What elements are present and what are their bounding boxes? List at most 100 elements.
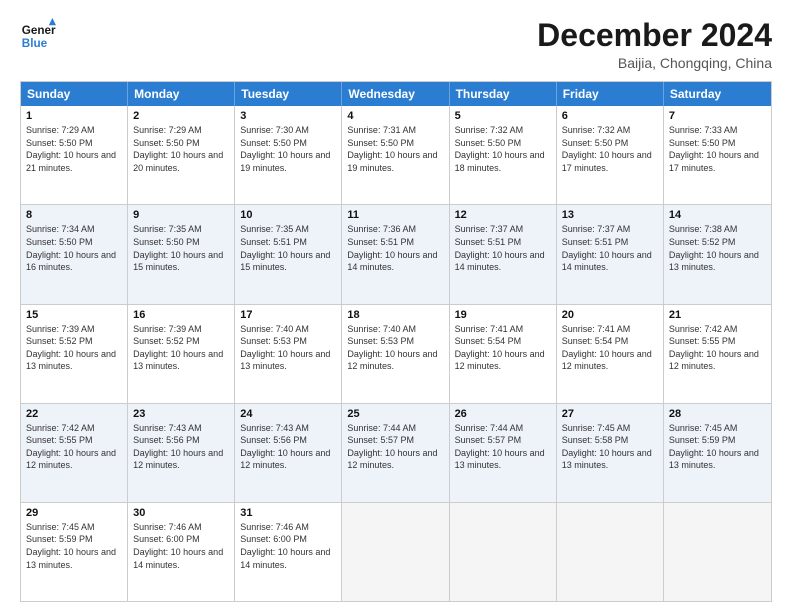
- table-row: 22Sunrise: 7:42 AMSunset: 5:55 PMDayligh…: [21, 404, 128, 502]
- table-row: 28 Sunrise: 7:45 AMSunset: 5:59 PMDayligh…: [664, 404, 771, 502]
- day-number: 14: [669, 209, 766, 221]
- table-row: 14 Sunrise: 7:38 AMSunset: 5:52 PMDayligh…: [664, 205, 771, 303]
- day-info: Sunrise: 7:46 AMSunset: 6:00 PMDaylight:…: [133, 521, 229, 571]
- table-row: 17Sunrise: 7:40 AMSunset: 5:53 PMDayligh…: [235, 305, 342, 403]
- day-info: Sunrise: 7:42 AMSunset: 5:55 PMDaylight:…: [26, 422, 122, 472]
- day-info: Sunrise: 7:31 AMSunset: 5:50 PMDaylight:…: [347, 124, 443, 174]
- day-number: 13: [562, 209, 658, 221]
- header-wednesday: Wednesday: [342, 82, 449, 106]
- day-info: Sunrise: 7:32 AMSunset: 5:50 PMDaylight:…: [562, 124, 658, 174]
- day-info: Sunrise: 7:36 AMSunset: 5:51 PMDaylight:…: [347, 223, 443, 273]
- day-info: Sunrise: 7:32 AMSunset: 5:50 PMDaylight:…: [455, 124, 551, 174]
- day-info: Sunrise: 7:45 AMSunset: 5:59 PMDaylight:…: [669, 422, 766, 472]
- table-row: 30 Sunrise: 7:46 AMSunset: 6:00 PMDayligh…: [128, 503, 235, 601]
- table-row: 16 Sunrise: 7:39 AMSunset: 5:52 PMDayligh…: [128, 305, 235, 403]
- header-sunday: Sunday: [21, 82, 128, 106]
- day-number: 11: [347, 209, 443, 221]
- table-row: 29 Sunrise: 7:45 AMSunset: 5:59 PMDayligh…: [21, 503, 128, 601]
- table-row: 12 Sunrise: 7:37 AMSunset: 5:51 PMDayligh…: [450, 205, 557, 303]
- calendar: Sunday Monday Tuesday Wednesday Thursday…: [20, 81, 772, 602]
- table-row: [664, 503, 771, 601]
- cal-row-1: 1 Sunrise: 7:29 AMSunset: 5:50 PMDaylight…: [21, 106, 771, 204]
- day-info: Sunrise: 7:33 AMSunset: 5:50 PMDaylight:…: [669, 124, 766, 174]
- day-info: Sunrise: 7:35 AMSunset: 5:51 PMDaylight:…: [240, 223, 336, 273]
- table-row: 4 Sunrise: 7:31 AMSunset: 5:50 PMDaylight…: [342, 106, 449, 204]
- table-row: 7Sunrise: 7:33 AMSunset: 5:50 PMDaylight…: [664, 106, 771, 204]
- day-info: Sunrise: 7:40 AMSunset: 5:53 PMDaylight:…: [240, 323, 336, 373]
- day-number: 30: [133, 507, 229, 519]
- day-info: Sunrise: 7:43 AMSunset: 5:56 PMDaylight:…: [240, 422, 336, 472]
- day-number: 29: [26, 507, 122, 519]
- day-number: 26: [455, 408, 551, 420]
- day-number: 25: [347, 408, 443, 420]
- cal-row-3: 15Sunrise: 7:39 AMSunset: 5:52 PMDayligh…: [21, 304, 771, 403]
- logo-icon: General Blue: [20, 18, 56, 54]
- table-row: 6 Sunrise: 7:32 AMSunset: 5:50 PMDaylight…: [557, 106, 664, 204]
- day-info: Sunrise: 7:39 AMSunset: 5:52 PMDaylight:…: [133, 323, 229, 373]
- day-number: 31: [240, 507, 336, 519]
- table-row: 15Sunrise: 7:39 AMSunset: 5:52 PMDayligh…: [21, 305, 128, 403]
- day-info: Sunrise: 7:35 AMSunset: 5:50 PMDaylight:…: [133, 223, 229, 273]
- logo: General Blue General Blue: [20, 18, 56, 54]
- header-thursday: Thursday: [450, 82, 557, 106]
- day-number: 21: [669, 309, 766, 321]
- table-row: 21 Sunrise: 7:42 AMSunset: 5:55 PMDayligh…: [664, 305, 771, 403]
- day-number: 24: [240, 408, 336, 420]
- day-info: Sunrise: 7:44 AMSunset: 5:57 PMDaylight:…: [347, 422, 443, 472]
- table-row: 20 Sunrise: 7:41 AMSunset: 5:54 PMDayligh…: [557, 305, 664, 403]
- day-number: 9: [133, 209, 229, 221]
- table-row: 27 Sunrise: 7:45 AMSunset: 5:58 PMDayligh…: [557, 404, 664, 502]
- table-row: 18 Sunrise: 7:40 AMSunset: 5:53 PMDayligh…: [342, 305, 449, 403]
- day-number: 28: [669, 408, 766, 420]
- cal-row-2: 8Sunrise: 7:34 AMSunset: 5:50 PMDaylight…: [21, 204, 771, 303]
- day-info: Sunrise: 7:46 AMSunset: 6:00 PMDaylight:…: [240, 521, 336, 571]
- day-number: 27: [562, 408, 658, 420]
- day-number: 1: [26, 110, 122, 122]
- table-row: 26 Sunrise: 7:44 AMSunset: 5:57 PMDayligh…: [450, 404, 557, 502]
- day-number: 3: [240, 110, 336, 122]
- table-row: 5 Sunrise: 7:32 AMSunset: 5:50 PMDaylight…: [450, 106, 557, 204]
- day-number: 12: [455, 209, 551, 221]
- day-info: Sunrise: 7:29 AMSunset: 5:50 PMDaylight:…: [26, 124, 122, 174]
- table-row: 11 Sunrise: 7:36 AMSunset: 5:51 PMDayligh…: [342, 205, 449, 303]
- day-info: Sunrise: 7:41 AMSunset: 5:54 PMDaylight:…: [562, 323, 658, 373]
- day-number: 6: [562, 110, 658, 122]
- table-row: 25 Sunrise: 7:44 AMSunset: 5:57 PMDayligh…: [342, 404, 449, 502]
- table-row: 9 Sunrise: 7:35 AMSunset: 5:50 PMDaylight…: [128, 205, 235, 303]
- calendar-header: Sunday Monday Tuesday Wednesday Thursday…: [21, 82, 771, 106]
- day-info: Sunrise: 7:29 AMSunset: 5:50 PMDaylight:…: [133, 124, 229, 174]
- table-row: 31 Sunrise: 7:46 AMSunset: 6:00 PMDayligh…: [235, 503, 342, 601]
- day-info: Sunrise: 7:34 AMSunset: 5:50 PMDaylight:…: [26, 223, 122, 273]
- day-info: Sunrise: 7:45 AMSunset: 5:58 PMDaylight:…: [562, 422, 658, 472]
- day-number: 5: [455, 110, 551, 122]
- table-row: [557, 503, 664, 601]
- cal-row-5: 29 Sunrise: 7:45 AMSunset: 5:59 PMDayligh…: [21, 502, 771, 601]
- day-number: 19: [455, 309, 551, 321]
- day-info: Sunrise: 7:41 AMSunset: 5:54 PMDaylight:…: [455, 323, 551, 373]
- day-info: Sunrise: 7:43 AMSunset: 5:56 PMDaylight:…: [133, 422, 229, 472]
- table-row: 13Sunrise: 7:37 AMSunset: 5:51 PMDayligh…: [557, 205, 664, 303]
- svg-text:Blue: Blue: [22, 37, 48, 50]
- day-number: 16: [133, 309, 229, 321]
- day-info: Sunrise: 7:39 AMSunset: 5:52 PMDaylight:…: [26, 323, 122, 373]
- table-row: 2 Sunrise: 7:29 AMSunset: 5:50 PMDaylight…: [128, 106, 235, 204]
- header-saturday: Saturday: [664, 82, 771, 106]
- day-info: Sunrise: 7:38 AMSunset: 5:52 PMDaylight:…: [669, 223, 766, 273]
- day-number: 18: [347, 309, 443, 321]
- table-row: 19 Sunrise: 7:41 AMSunset: 5:54 PMDayligh…: [450, 305, 557, 403]
- day-info: Sunrise: 7:44 AMSunset: 5:57 PMDaylight:…: [455, 422, 551, 472]
- day-info: Sunrise: 7:45 AMSunset: 5:59 PMDaylight:…: [26, 521, 122, 571]
- table-row: 10Sunrise: 7:35 AMSunset: 5:51 PMDayligh…: [235, 205, 342, 303]
- day-number: 4: [347, 110, 443, 122]
- day-number: 2: [133, 110, 229, 122]
- day-info: Sunrise: 7:40 AMSunset: 5:53 PMDaylight:…: [347, 323, 443, 373]
- day-number: 20: [562, 309, 658, 321]
- day-number: 23: [133, 408, 229, 420]
- day-info: Sunrise: 7:37 AMSunset: 5:51 PMDaylight:…: [455, 223, 551, 273]
- title-block: December 2024 Baijia, Chongqing, China: [537, 18, 772, 71]
- table-row: 1 Sunrise: 7:29 AMSunset: 5:50 PMDaylight…: [21, 106, 128, 204]
- header-monday: Monday: [128, 82, 235, 106]
- header: General Blue General Blue December 2024 …: [20, 18, 772, 71]
- day-info: Sunrise: 7:42 AMSunset: 5:55 PMDaylight:…: [669, 323, 766, 373]
- location: Baijia, Chongqing, China: [537, 55, 772, 71]
